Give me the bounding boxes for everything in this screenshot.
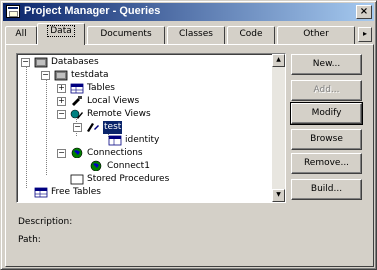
scroll-down-button[interactable]: ▼ bbox=[272, 189, 285, 202]
remote-view-icon bbox=[70, 109, 83, 119]
tab-documents[interactable]: Documents bbox=[87, 26, 165, 44]
window-title: Project Manager - Queries bbox=[24, 5, 161, 17]
title-bar[interactable]: Project Manager - Queries × bbox=[3, 3, 374, 21]
tree-line bbox=[26, 67, 27, 188]
add-button[interactable]: Add... bbox=[291, 80, 362, 101]
collapse-icon[interactable]: − bbox=[57, 110, 66, 119]
remove-button[interactable]: Remove... bbox=[291, 153, 362, 174]
procedure-icon bbox=[70, 174, 84, 185]
collapse-icon[interactable]: − bbox=[57, 149, 66, 158]
selected-item: test bbox=[103, 121, 123, 134]
database-icon bbox=[34, 57, 48, 68]
collapse-icon[interactable]: − bbox=[73, 123, 82, 132]
tab-code[interactable]: Code bbox=[227, 26, 275, 44]
expand-icon[interactable]: + bbox=[57, 84, 66, 93]
local-view-icon bbox=[72, 96, 82, 106]
new-button[interactable]: New... bbox=[291, 54, 362, 75]
database-icon bbox=[54, 70, 68, 81]
expand-icon[interactable]: + bbox=[57, 97, 66, 106]
project-manager-window: Project Manager - Queries × All Data Doc… bbox=[0, 0, 377, 270]
data-panel: − Databases − testdata + Tables + Local … bbox=[5, 44, 374, 267]
tab-strip: All Data Documents Classes Code Other ▸ bbox=[5, 23, 374, 45]
description-label: Description: bbox=[18, 217, 73, 227]
tab-all[interactable]: All bbox=[5, 26, 37, 44]
modify-button[interactable]: Modify bbox=[290, 102, 363, 125]
project-tree[interactable]: − Databases − testdata + Tables + Local … bbox=[16, 53, 286, 203]
scroll-up-button[interactable]: ▲ bbox=[272, 54, 285, 67]
tab-other[interactable]: Other bbox=[277, 26, 355, 44]
tab-classes[interactable]: Classes bbox=[167, 26, 225, 44]
project-icon bbox=[6, 5, 20, 18]
table-icon bbox=[70, 83, 84, 94]
tree-scrollbar[interactable]: ▲ ▼ bbox=[272, 54, 285, 202]
path-label: Path: bbox=[18, 235, 41, 245]
tree-line bbox=[46, 80, 47, 175]
tab-data[interactable]: Data bbox=[37, 23, 85, 45]
tab-scroll-button[interactable]: ▸ bbox=[358, 27, 372, 42]
view-edit-icon bbox=[87, 123, 99, 132]
browse-button[interactable]: Browse bbox=[291, 129, 362, 150]
collapse-icon[interactable]: − bbox=[21, 58, 30, 67]
field-table-icon bbox=[108, 135, 122, 146]
build-button[interactable]: Build... bbox=[291, 179, 362, 200]
collapse-icon[interactable]: − bbox=[41, 71, 50, 80]
table-icon bbox=[34, 187, 48, 198]
close-button[interactable]: × bbox=[356, 5, 372, 19]
globe-icon bbox=[71, 147, 83, 158]
globe-icon bbox=[90, 160, 102, 171]
